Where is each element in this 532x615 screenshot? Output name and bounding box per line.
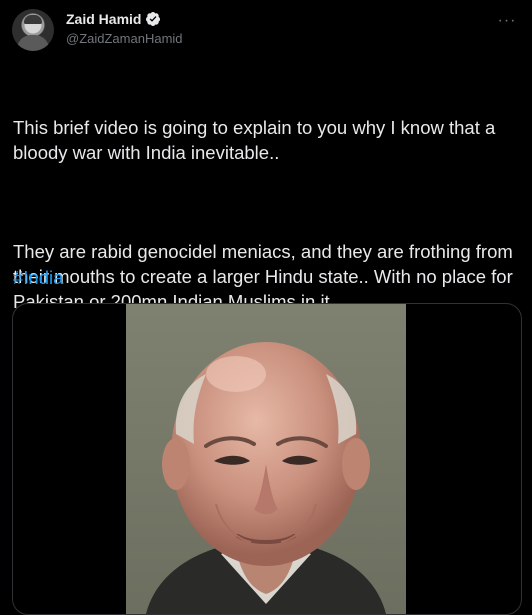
video-thumbnail	[126, 304, 406, 614]
author-handle[interactable]: @ZaidZamanHamid	[66, 31, 183, 46]
tweet-text: This brief video is going to explain to …	[13, 65, 519, 339]
tweet-header: Zaid Hamid @ZaidZamanHamid ···	[12, 9, 520, 51]
verified-badge-icon	[146, 12, 161, 26]
hashtag-link[interactable]: #India	[13, 267, 63, 289]
author-display-name[interactable]: Zaid Hamid	[66, 11, 141, 27]
video-player[interactable]	[12, 303, 522, 615]
avatar[interactable]	[12, 9, 54, 51]
more-options-icon[interactable]: ···	[494, 11, 520, 31]
tweet-paragraph-1: This brief video is going to explain to …	[13, 117, 501, 163]
name-row: Zaid Hamid	[66, 11, 161, 27]
avatar-cap	[24, 15, 42, 24]
video-frame[interactable]	[126, 304, 406, 614]
avatar-body	[17, 35, 49, 51]
